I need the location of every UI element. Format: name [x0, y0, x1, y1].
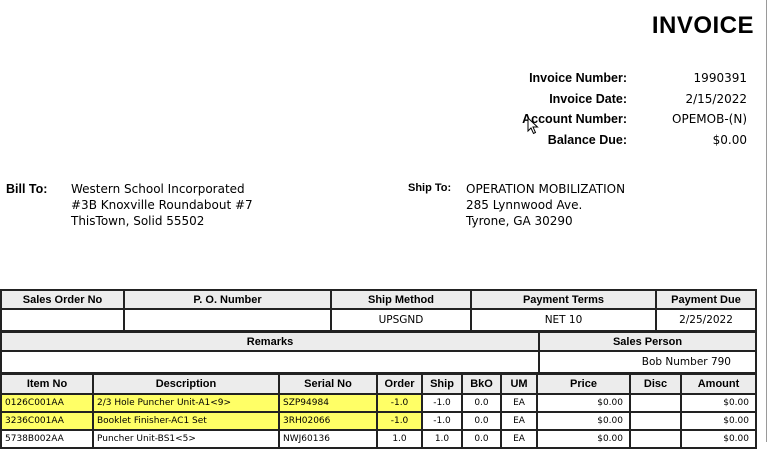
mouse-cursor-icon	[527, 117, 539, 135]
payment-terms-value: NET 10	[470, 308, 657, 332]
invoice-number-label: Invoice Number:	[529, 71, 627, 85]
sales-order-no-value	[0, 308, 125, 332]
sales-person-header: Sales Person	[538, 331, 757, 352]
ship-method-header: Ship Method	[330, 289, 472, 310]
bko-cell: 0.0	[461, 429, 502, 449]
item-no-cell: 3236C001AA	[0, 411, 94, 431]
um-cell: EA	[500, 393, 538, 413]
serial-no-header: Serial No	[278, 373, 378, 395]
bko-header: BkO	[461, 373, 502, 395]
table-row: 0126C001AA 2/3 Hole Puncher Unit-A1<9> S…	[0, 393, 757, 413]
ship-to-address: OPERATION MOBILIZATION 285 Lynnwood Ave.…	[466, 181, 625, 229]
order-cell: 1.0	[376, 429, 423, 449]
remarks-header: Remarks	[0, 331, 540, 352]
invoice-date-row: Invoice Date: 2/15/2022	[0, 90, 784, 108]
line-items-table: Item No Description Serial No Order Ship…	[0, 373, 757, 449]
bill-to-address: Western School Incorporated #3B Knoxvill…	[71, 181, 253, 229]
ship-cell: 1.0	[421, 429, 463, 449]
payment-due-value: 2/25/2022	[655, 308, 757, 332]
ship-header: Ship	[421, 373, 463, 395]
table-row: 3236C001AA Booklet Finisher-AC1 Set 3RH0…	[0, 411, 757, 431]
ship-to-label: Ship To:	[408, 182, 452, 194]
price-cell: $0.00	[536, 411, 631, 431]
serial-no-cell: 3RH02066	[278, 411, 378, 431]
bill-to-line: Western School Incorporated	[71, 182, 245, 196]
remarks-table: Remarks Sales Person Bob Number 790	[0, 331, 757, 374]
bko-cell: 0.0	[461, 393, 502, 413]
amount-cell: $0.00	[680, 411, 757, 431]
amount-header: Amount	[680, 373, 757, 395]
invoice-number-value: 1990391	[693, 71, 747, 85]
po-number-value	[123, 308, 332, 332]
order-header: Order	[376, 373, 423, 395]
payment-due-header: Payment Due	[655, 289, 757, 310]
serial-no-cell: SZP94984	[278, 393, 378, 413]
ship-cell: -1.0	[421, 411, 463, 431]
amount-cell: $0.00	[680, 429, 757, 449]
disc-header: Disc	[629, 373, 682, 395]
bill-to-line: #3B Knoxville Roundabout #7	[71, 198, 253, 212]
order-cell: -1.0	[376, 393, 423, 413]
ship-method-value: UPSGND	[330, 308, 472, 332]
invoice-date-value: 2/15/2022	[685, 92, 747, 106]
ship-to-line: 285 Lynnwood Ave.	[466, 198, 583, 212]
description-cell: Puncher Unit-BS1<5>	[92, 429, 280, 449]
ship-to-line: Tyrone, GA 30290	[466, 214, 573, 228]
price-cell: $0.00	[536, 393, 631, 413]
disc-cell	[629, 411, 682, 431]
item-no-header: Item No	[0, 373, 94, 395]
account-number-value: OPEMOB-(N)	[672, 112, 747, 126]
um-header: UM	[500, 373, 538, 395]
payment-terms-header: Payment Terms	[470, 289, 657, 310]
balance-due-label: Balance Due:	[547, 133, 627, 147]
item-no-cell: 5738B002AA	[0, 429, 94, 449]
um-cell: EA	[500, 411, 538, 431]
invoice-number-row: Invoice Number: 1990391	[0, 69, 784, 87]
ship-cell: -1.0	[421, 393, 463, 413]
account-number-row: Account Number: OPEMOB-(N)	[0, 110, 784, 128]
invoice-title: INVOICE	[651, 12, 754, 39]
item-no-cell: 0126C001AA	[0, 393, 94, 413]
bill-to-line: ThisTown, Solid 55502	[71, 214, 205, 228]
bko-cell: 0.0	[461, 411, 502, 431]
invoice-date-label: Invoice Date:	[549, 92, 627, 106]
description-cell: 2/3 Hole Puncher Unit-A1<9>	[92, 393, 280, 413]
remarks-value	[0, 350, 540, 374]
disc-cell	[629, 393, 682, 413]
balance-due-row: Balance Due: $0.00	[0, 131, 784, 149]
bill-to-label: Bill To:	[6, 182, 48, 196]
ship-to-line: OPERATION MOBILIZATION	[466, 182, 626, 196]
balance-due-value: $0.00	[712, 133, 747, 147]
order-info-table: Sales Order No P. O. Number Ship Method …	[0, 289, 757, 332]
price-header: Price	[536, 373, 631, 395]
description-header: Description	[92, 373, 280, 395]
sales-person-value: Bob Number 790	[538, 350, 757, 374]
disc-cell	[629, 429, 682, 449]
table-row: 5738B002AA Puncher Unit-BS1<5> NWJ60136 …	[0, 429, 757, 449]
price-cell: $0.00	[536, 429, 631, 449]
page-edge-line	[766, 0, 767, 442]
serial-no-cell: NWJ60136	[278, 429, 378, 449]
po-number-header: P. O. Number	[123, 289, 332, 310]
amount-cell: $0.00	[680, 393, 757, 413]
order-cell: -1.0	[376, 411, 423, 431]
sales-order-no-header: Sales Order No	[0, 289, 125, 310]
description-cell: Booklet Finisher-AC1 Set	[92, 411, 280, 431]
um-cell: EA	[500, 429, 538, 449]
